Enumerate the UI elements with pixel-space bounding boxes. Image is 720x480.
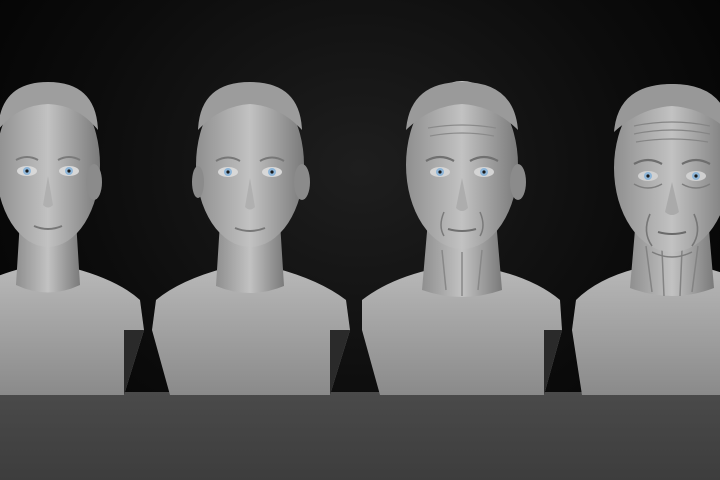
bust-young-2[interactable] xyxy=(150,0,350,400)
bust-young-1-model xyxy=(0,82,144,395)
bust-middle-aged[interactable] xyxy=(362,0,562,400)
bust-young-1[interactable] xyxy=(0,0,148,400)
bust-middle-aged-model xyxy=(362,81,562,395)
bust-elderly[interactable] xyxy=(572,0,720,400)
bust-young-2-model xyxy=(152,82,350,395)
sculpt-viewport[interactable] xyxy=(0,0,720,480)
ground-plane xyxy=(0,392,720,480)
bust-elderly-model xyxy=(572,84,720,395)
